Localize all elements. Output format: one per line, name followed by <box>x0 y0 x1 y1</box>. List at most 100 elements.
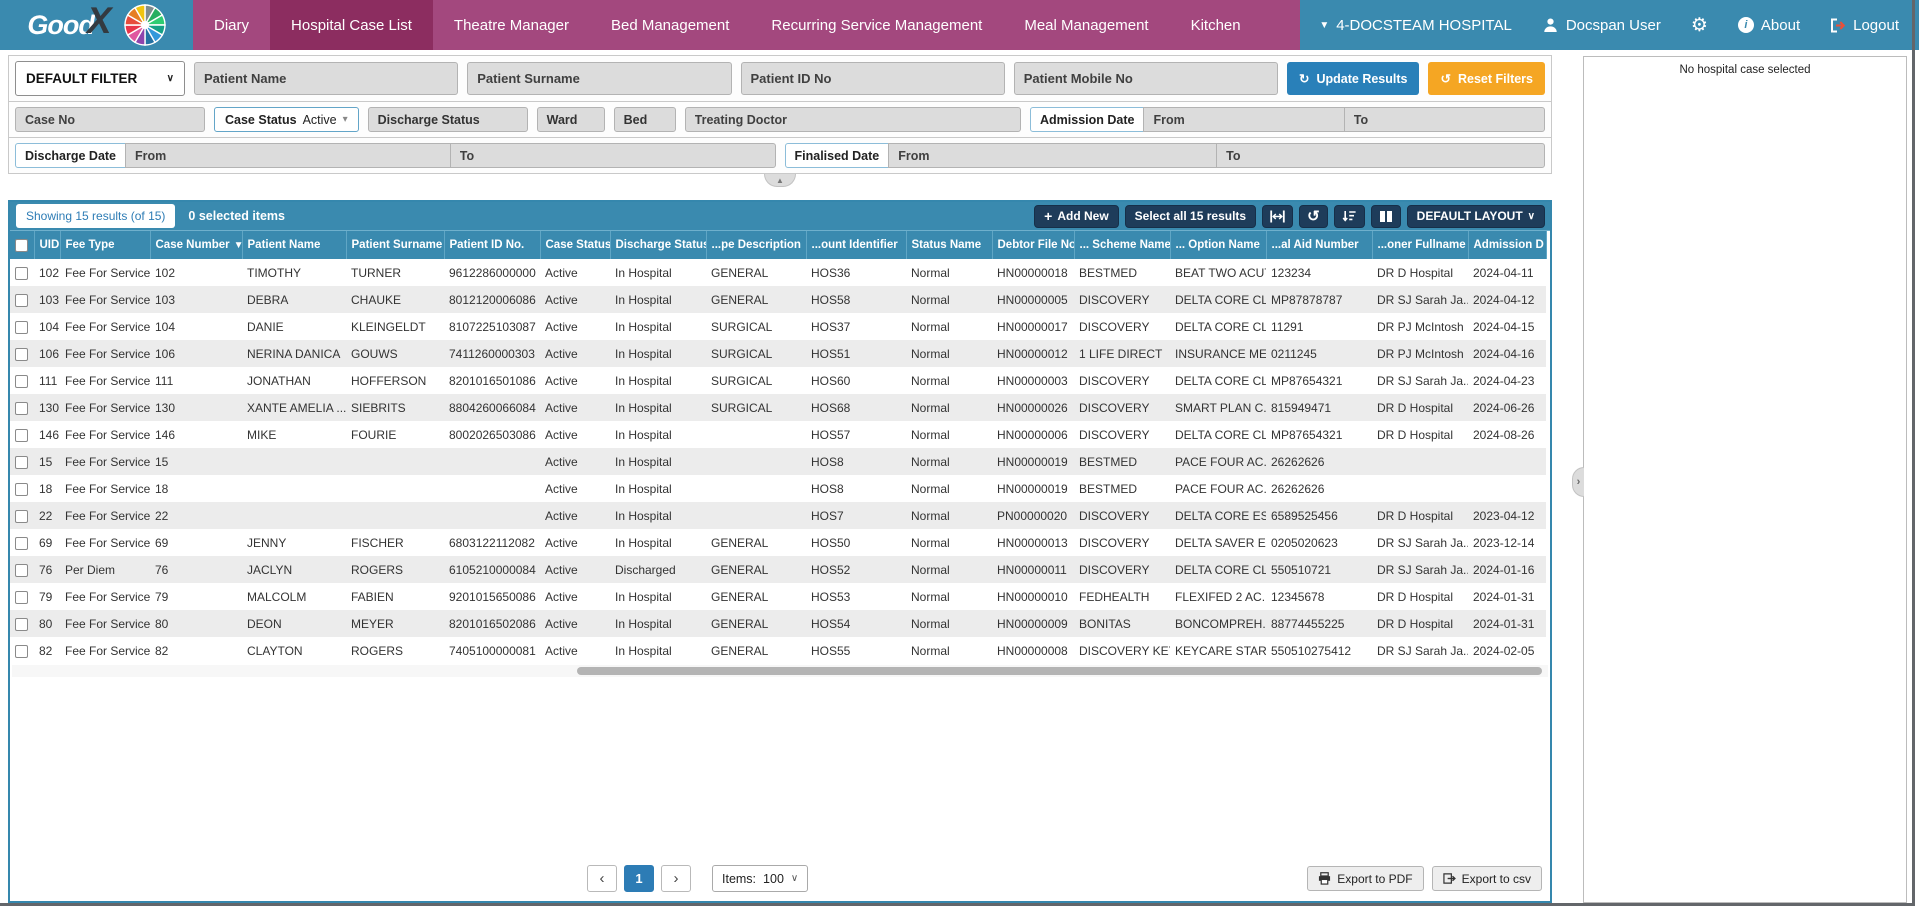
select-all-button[interactable]: Select all 15 results <box>1125 205 1256 228</box>
column-header-scheme-name[interactable]: ... Scheme Name <box>1074 231 1170 259</box>
update-results-button[interactable]: ↻ Update Results <box>1287 62 1419 95</box>
select-all-checkbox[interactable] <box>15 239 28 252</box>
logout-button[interactable]: Logout <box>1830 17 1899 34</box>
row-checkbox[interactable] <box>15 510 28 523</box>
export-csv-button[interactable]: Export to csv <box>1432 866 1542 891</box>
table-row-80[interactable]: 80Fee For Service80DEONMEYER820101650208… <box>10 610 1546 637</box>
column-header-pe-description[interactable]: ...pe Description <box>706 231 806 259</box>
row-checkbox[interactable] <box>15 564 28 577</box>
column-header-admission-d[interactable]: Admission D <box>1468 231 1546 259</box>
table-row-146[interactable]: 146Fee For Service146MIKEFOURIE800202650… <box>10 421 1546 448</box>
row-checkbox[interactable] <box>15 321 28 334</box>
table-row-102[interactable]: 102Fee For Service102TIMOTHYTURNER961228… <box>10 259 1546 286</box>
row-checkbox[interactable] <box>15 294 28 307</box>
export-pdf-button[interactable]: Export to PDF <box>1307 866 1423 891</box>
discharge-status-select[interactable]: Discharge Status <box>368 107 528 132</box>
finalised-date-to-input[interactable] <box>1216 143 1545 168</box>
case-no-input[interactable] <box>15 107 205 132</box>
column-header-discharge-status[interactable]: Discharge Status <box>610 231 706 259</box>
horizontal-scrollbar-thumb[interactable] <box>577 667 1542 675</box>
expand-panel-handle[interactable]: › <box>1572 467 1584 497</box>
add-new-button[interactable]: + Add New <box>1034 205 1119 228</box>
reload-button[interactable]: ↺ <box>1299 205 1328 228</box>
app-logo[interactable]: GoodX <box>0 0 193 50</box>
table-row-79[interactable]: 79Fee For Service79MALCOLMFABIEN92010156… <box>10 583 1546 610</box>
sort-button[interactable] <box>1334 205 1365 228</box>
settings-button[interactable]: ⚙ <box>1691 16 1708 35</box>
app-window: GoodX DiaryHospital Case ListTheatre Man… <box>0 0 1919 912</box>
discharge-date-to-input[interactable] <box>450 143 776 168</box>
filter-preset-select[interactable]: DEFAULT FILTER ∨ <box>15 61 185 96</box>
nav-tab-recurring-service-management[interactable]: Recurring Service Management <box>750 0 1003 50</box>
about-button[interactable]: i About <box>1738 17 1800 34</box>
fit-columns-button[interactable] <box>1262 205 1293 228</box>
table-row-130[interactable]: 130Fee For Service130XANTE AMELIA ...SIE… <box>10 394 1546 421</box>
column-header-patient-surname[interactable]: Patient Surname <box>346 231 444 259</box>
discharge-date-from-input[interactable] <box>125 143 451 168</box>
cell-oner-fullname: DR D Hospital <box>1372 421 1468 448</box>
row-checkbox[interactable] <box>15 402 28 415</box>
filter-input-patient-id-no[interactable] <box>741 62 1005 95</box>
column-header-debtor-file-no[interactable]: Debtor File No. <box>992 231 1074 259</box>
collapse-filters-handle[interactable]: ▲ <box>764 174 796 187</box>
case-status-select[interactable]: Case Status Active ▾ <box>214 107 359 132</box>
nav-tab-kitchen[interactable]: Kitchen <box>1170 0 1262 50</box>
table-row-82[interactable]: 82Fee For Service82CLAYTONROGERS74051000… <box>10 637 1546 664</box>
row-checkbox[interactable] <box>15 348 28 361</box>
row-checkbox[interactable] <box>15 456 28 469</box>
table-row-106[interactable]: 106Fee For Service106NERINA DANICAGOUWS7… <box>10 340 1546 367</box>
row-checkbox[interactable] <box>15 645 28 658</box>
column-header-case-status[interactable]: Case Status <box>540 231 610 259</box>
next-page-button[interactable]: › <box>661 865 691 892</box>
column-header-patient-name[interactable]: Patient Name <box>242 231 346 259</box>
column-header-ount-identifier[interactable]: ...ount Identifier <box>806 231 906 259</box>
column-header-al-aid-number[interactable]: ...al Aid Number <box>1266 231 1372 259</box>
layout-select[interactable]: DEFAULT LAYOUT ∨ <box>1407 205 1545 228</box>
row-checkbox[interactable] <box>15 483 28 496</box>
row-checkbox[interactable] <box>15 591 28 604</box>
table-row-104[interactable]: 104Fee For Service104DANIEKLEINGELDT8107… <box>10 313 1546 340</box>
filter-input-patient-name[interactable] <box>194 62 458 95</box>
items-per-page-select[interactable]: Items: 100 ∨ <box>712 865 808 892</box>
table-row-111[interactable]: 111Fee For Service111JONATHANHOFFERSON82… <box>10 367 1546 394</box>
columns-button[interactable] <box>1371 205 1401 228</box>
table-row-103[interactable]: 103Fee For Service103DEBRACHAUKE80121200… <box>10 286 1546 313</box>
user-menu[interactable]: Docspan User <box>1542 17 1661 34</box>
finalised-date-from-input[interactable] <box>888 143 1217 168</box>
prev-page-button[interactable]: ‹ <box>587 865 617 892</box>
hospital-selector[interactable]: ▼ 4-DOCSTEAM HOSPITAL <box>1319 17 1512 34</box>
table-row-22[interactable]: 22Fee For Service22ActiveIn HospitalHOS7… <box>10 502 1546 529</box>
table-row-18[interactable]: 18Fee For Service18ActiveIn HospitalHOS8… <box>10 475 1546 502</box>
nav-tab-diary[interactable]: Diary <box>193 0 270 50</box>
nav-tab-theatre-manager[interactable]: Theatre Manager <box>433 0 590 50</box>
table-row-15[interactable]: 15Fee For Service15ActiveIn HospitalHOS8… <box>10 448 1546 475</box>
row-checkbox[interactable] <box>15 375 28 388</box>
reset-filters-button[interactable]: ↺ Reset Filters <box>1428 62 1545 95</box>
row-checkbox[interactable] <box>15 537 28 550</box>
bed-select[interactable]: Bed <box>614 107 676 132</box>
column-header-uid[interactable]: UID <box>34 231 60 259</box>
table-row-76[interactable]: 76Per Diem76JACLYNROGERS6105210000084Act… <box>10 556 1546 583</box>
row-checkbox[interactable] <box>15 429 28 442</box>
nav-tab-bed-management[interactable]: Bed Management <box>590 0 750 50</box>
treating-doctor-input[interactable] <box>685 107 1021 132</box>
column-header-oner-fullname[interactable]: ...oner Fullname <box>1372 231 1468 259</box>
table-row-69[interactable]: 69Fee For Service69JENNYFISCHER680312211… <box>10 529 1546 556</box>
case-list-panel: Showing 15 results (of 15) 0 selected it… <box>8 200 1552 903</box>
page-1-button[interactable]: 1 <box>624 865 654 892</box>
admission-date-from-input[interactable] <box>1143 107 1344 132</box>
nav-tab-meal-management[interactable]: Meal Management <box>1003 0 1169 50</box>
ward-select[interactable]: Ward <box>537 107 605 132</box>
column-header-option-name[interactable]: ... Option Name <box>1170 231 1266 259</box>
header-checkbox-cell <box>10 231 34 259</box>
column-header-status-name[interactable]: Status Name <box>906 231 992 259</box>
filter-input-patient-surname[interactable] <box>467 62 731 95</box>
row-checkbox[interactable] <box>15 618 28 631</box>
column-header-fee-type[interactable]: Fee Type <box>60 231 150 259</box>
nav-tab-hospital-case-list[interactable]: Hospital Case List <box>270 0 433 50</box>
row-checkbox[interactable] <box>15 267 28 280</box>
column-header-case-number[interactable]: Case Number▼1 <box>150 231 242 259</box>
filter-input-patient-mobile-no[interactable] <box>1014 62 1278 95</box>
admission-date-to-input[interactable] <box>1344 107 1545 132</box>
column-header-patient-id-no[interactable]: Patient ID No. <box>444 231 540 259</box>
